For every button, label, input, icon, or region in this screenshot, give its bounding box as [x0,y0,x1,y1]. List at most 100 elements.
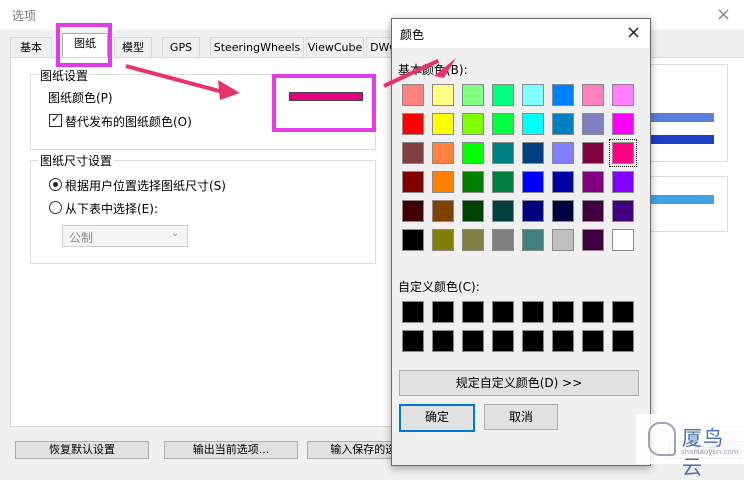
basic-color-swatch[interactable] [402,229,424,251]
custom-color-swatch[interactable] [552,330,574,352]
basic-color-swatch[interactable] [612,229,634,251]
basic-color-swatch[interactable] [582,229,604,251]
basic-color-swatch[interactable] [492,200,514,222]
custom-colors-label: 自定义颜色(C): [398,280,480,294]
basic-color-swatch[interactable] [492,171,514,193]
basic-color-swatch[interactable] [582,84,604,106]
custom-color-swatch[interactable] [432,330,454,352]
basic-color-swatch[interactable] [522,229,544,251]
basic-color-swatch[interactable] [462,200,484,222]
arrowhead-1-icon [218,80,240,100]
basic-color-swatch[interactable] [432,113,454,135]
color-dialog-title: 颜色 [400,28,425,42]
basic-color-swatch[interactable] [552,142,574,164]
arrowhead-2-icon [434,58,456,78]
basic-color-swatch[interactable] [402,142,424,164]
basic-color-swatch[interactable] [612,171,634,193]
alt-publish-color-label: 替代发布的图纸颜色(O) [65,115,192,129]
alt-publish-color-checkbox[interactable]: ✓ [49,112,62,127]
basic-color-swatch[interactable] [582,200,604,222]
custom-color-swatch[interactable] [492,330,514,352]
basic-color-swatch[interactable] [612,113,634,135]
basic-color-swatch[interactable] [432,229,454,251]
basic-color-swatch[interactable] [492,84,514,106]
basic-colors-grid [402,84,637,252]
custom-color-swatch[interactable] [522,301,544,323]
custom-color-swatch[interactable] [552,301,574,323]
custom-color-swatch[interactable] [612,330,634,352]
basic-color-swatch[interactable] [612,200,634,222]
watermark-url: shaniaoyun.com [681,448,739,456]
custom-color-swatch[interactable] [582,301,604,323]
basic-color-swatch[interactable] [402,84,424,106]
basic-color-swatch[interactable] [552,84,574,106]
basic-color-swatch[interactable] [612,84,634,106]
tab-steeringwheels[interactable]: SteeringWheels [210,37,304,58]
custom-color-swatch[interactable] [462,301,484,323]
restore-defaults-button[interactable]: 恢复默认设置 [15,441,149,459]
basic-color-swatch[interactable] [582,142,604,164]
tab-basic[interactable]: 基本 [10,37,52,58]
drawing-settings-title: 图纸设置 [38,67,91,84]
background-group-right-2 [642,176,728,232]
custom-color-swatch[interactable] [492,301,514,323]
unit-system-select: 公制 ⌄ [62,225,188,247]
basic-color-swatch[interactable] [582,171,604,193]
basic-color-swatch[interactable] [432,84,454,106]
basic-color-swatch[interactable] [432,142,454,164]
basic-color-swatch[interactable] [522,84,544,106]
basic-color-swatch[interactable] [462,113,484,135]
basic-color-swatch[interactable] [462,84,484,106]
background-strip-1 [650,113,714,122]
window-title: 选项 [12,9,37,23]
basic-color-swatch[interactable] [492,113,514,135]
basic-color-swatch[interactable] [432,200,454,222]
user-location-label: 根据用户位置选择图纸尺寸(S) [65,179,226,193]
basic-color-swatch[interactable] [609,139,637,167]
highlight-color-box [272,74,376,132]
basic-color-swatch[interactable] [462,229,484,251]
chevron-down-icon: ⌄ [171,228,180,239]
basic-color-swatch[interactable] [552,113,574,135]
bird-logo-icon [648,422,676,456]
basic-color-swatch[interactable] [402,171,424,193]
close-icon[interactable]: × [626,22,641,43]
highlight-tab-box [56,23,112,67]
custom-color-swatch[interactable] [582,330,604,352]
basic-color-swatch[interactable] [402,200,424,222]
background-strip-3 [650,195,714,204]
basic-color-swatch[interactable] [462,171,484,193]
basic-color-swatch[interactable] [582,113,604,135]
basic-color-swatch[interactable] [522,200,544,222]
basic-color-swatch[interactable] [402,113,424,135]
basic-color-swatch[interactable] [432,171,454,193]
basic-color-swatch[interactable] [552,171,574,193]
basic-color-swatch[interactable] [522,171,544,193]
export-options-button[interactable]: 输出当前选项... [164,441,298,459]
custom-color-swatch[interactable] [612,301,634,323]
close-icon[interactable]: × [716,4,731,25]
background-strip-2 [650,135,714,144]
custom-color-swatch[interactable] [522,330,544,352]
custom-colors-grid [402,301,634,353]
custom-color-swatch[interactable] [462,330,484,352]
define-custom-colors-button[interactable]: 规定自定义颜色(D) >> [399,370,639,396]
color-ok-button[interactable]: 确定 [399,404,475,432]
custom-color-swatch[interactable] [402,301,424,323]
basic-color-swatch[interactable] [522,142,544,164]
basic-color-swatch[interactable] [522,113,544,135]
tab-viewcube[interactable]: ViewCube [306,37,364,58]
tab-gps[interactable]: GPS [162,37,200,58]
user-location-radio[interactable] [49,178,62,191]
custom-color-swatch[interactable] [432,301,454,323]
tab-model[interactable]: 模型 [114,37,152,58]
basic-color-swatch[interactable] [552,200,574,222]
basic-color-swatch[interactable] [462,142,484,164]
custom-color-swatch[interactable] [402,330,424,352]
basic-color-swatch[interactable] [492,142,514,164]
table-select-radio[interactable] [49,201,62,214]
color-cancel-button[interactable]: 取消 [484,404,558,430]
basic-color-swatch[interactable] [552,229,574,251]
unit-system-value: 公制 [69,231,94,245]
basic-color-swatch[interactable] [492,229,514,251]
